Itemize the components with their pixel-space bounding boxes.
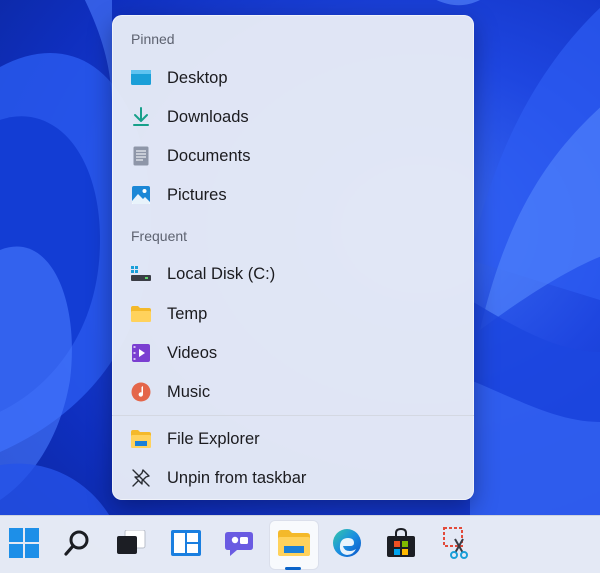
jump-item-label: File Explorer bbox=[167, 429, 260, 448]
pinned-header: Pinned bbox=[131, 31, 175, 47]
active-app-indicator bbox=[285, 567, 301, 570]
jump-item-videos[interactable]: Videos bbox=[118, 335, 468, 371]
search-icon bbox=[63, 529, 91, 562]
jump-item-label: Desktop bbox=[167, 68, 228, 87]
jump-item-file-explorer[interactable]: File Explorer bbox=[118, 421, 468, 457]
widgets-icon bbox=[171, 529, 201, 561]
jump-item-unpin[interactable]: Unpin from taskbar bbox=[118, 460, 468, 496]
file-explorer-icon bbox=[278, 529, 310, 561]
folder-icon bbox=[131, 304, 151, 324]
jump-item-label: Videos bbox=[167, 343, 218, 362]
taskbar-widgets-button[interactable] bbox=[162, 521, 210, 569]
jump-item-desktop[interactable]: Desktop bbox=[118, 60, 468, 96]
edge-icon bbox=[332, 528, 362, 563]
jump-list-menu: Pinned Desktop Downloads Documents Pictu… bbox=[112, 15, 474, 500]
taskbar bbox=[0, 515, 600, 573]
taskbar-search-button[interactable] bbox=[53, 521, 101, 569]
desktop-icon bbox=[131, 68, 151, 88]
jump-item-label: Documents bbox=[167, 146, 251, 165]
store-icon bbox=[386, 527, 416, 563]
chat-icon bbox=[224, 529, 254, 562]
file-explorer-icon bbox=[131, 429, 151, 449]
pictures-icon bbox=[131, 185, 151, 205]
taskbar-edge-button[interactable] bbox=[323, 521, 371, 569]
taskbar-task-view-button[interactable] bbox=[107, 521, 155, 569]
task-view-icon bbox=[116, 529, 146, 561]
documents-icon bbox=[131, 146, 151, 166]
jump-item-label: Music bbox=[167, 382, 211, 401]
unpin-icon bbox=[131, 468, 151, 488]
jump-item-downloads[interactable]: Downloads bbox=[118, 99, 468, 135]
jump-item-documents[interactable]: Documents bbox=[118, 138, 468, 174]
jump-item-label: Local Disk (C:) bbox=[167, 264, 276, 283]
jump-item-label: Downloads bbox=[167, 107, 249, 126]
menu-divider bbox=[112, 415, 474, 416]
windows-logo-icon bbox=[9, 527, 39, 563]
local-disk-icon bbox=[131, 264, 151, 284]
music-icon bbox=[131, 382, 151, 402]
jump-item-temp[interactable]: Temp bbox=[118, 296, 468, 332]
taskbar-file-explorer-button[interactable] bbox=[270, 521, 318, 569]
jump-item-label: Unpin from taskbar bbox=[167, 468, 307, 487]
jump-item-label: Pictures bbox=[167, 185, 227, 204]
taskbar-store-button[interactable] bbox=[377, 521, 425, 569]
snipping-tool-icon bbox=[441, 526, 471, 564]
jump-item-label: Temp bbox=[167, 304, 208, 323]
jump-item-music[interactable]: Music bbox=[118, 374, 468, 410]
frequent-header: Frequent bbox=[131, 228, 188, 244]
jump-item-pictures[interactable]: Pictures bbox=[118, 177, 468, 213]
jump-item-local-disk[interactable]: Local Disk (C:) bbox=[118, 256, 468, 292]
downloads-icon bbox=[131, 107, 151, 127]
videos-icon bbox=[131, 343, 151, 363]
taskbar-snipping-tool-button[interactable] bbox=[432, 521, 480, 569]
taskbar-chat-button[interactable] bbox=[215, 521, 263, 569]
taskbar-start-button[interactable] bbox=[0, 521, 48, 569]
